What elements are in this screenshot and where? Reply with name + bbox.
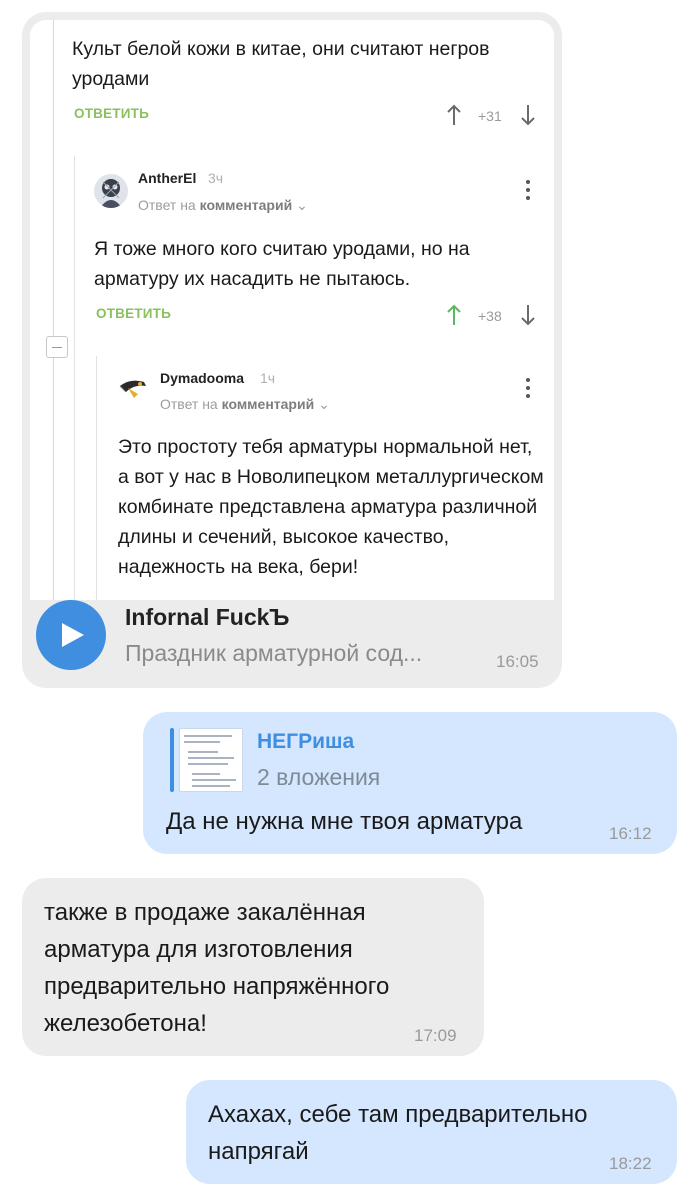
upvote-icon-active[interactable] (446, 304, 462, 326)
play-button[interactable] (36, 600, 106, 670)
message-text: также в продаже закалённая арматура для … (44, 899, 390, 1037)
thread-tree-line (53, 20, 54, 600)
reply-button[interactable]: ОТВЕТИТЬ (96, 306, 171, 321)
message-time: 16:05 (496, 652, 539, 671)
chevron-down-icon: ⌄ (318, 396, 330, 412)
comment-text: Это простоту тебя арматуры нормальной не… (118, 436, 544, 578)
attachment-thumbnail[interactable] (179, 728, 243, 792)
message-text: Ахахах, себе там предварительно напрягай (208, 1101, 588, 1165)
forward-subtitle: Праздник арматурной сод... (125, 640, 423, 666)
upvote-icon[interactable] (446, 104, 462, 126)
comment-time: 1ч (260, 370, 276, 386)
downvote-icon[interactable] (520, 304, 536, 326)
comment-author[interactable]: Dymadooma (160, 370, 244, 386)
reply-to-target: комментарий (221, 396, 315, 412)
collapse-thread-button[interactable] (46, 336, 68, 358)
comment-rating: +38 (478, 308, 502, 324)
play-icon (62, 623, 84, 647)
comment-text: Я тоже много кого считаю уродами, но на … (94, 238, 470, 290)
reply-button[interactable]: ОТВЕТИТЬ (74, 106, 149, 121)
more-options-icon[interactable] (526, 180, 530, 202)
incoming-message-forwarded[interactable]: Культ белой кожи в китае, они считают не… (22, 12, 562, 688)
quote-author[interactable]: НЕГРиша (257, 730, 354, 754)
outgoing-message[interactable]: Ахахах, себе там предварительно напрягай… (186, 1080, 677, 1184)
incoming-message[interactable]: также в продаже закалённая арматура для … (22, 878, 484, 1056)
reply-to-prefix: Ответ на (160, 396, 218, 412)
comment-author[interactable]: AntherEl (138, 170, 196, 186)
quote-subtitle: 2 вложения (257, 764, 381, 790)
avatar[interactable] (94, 174, 128, 208)
downvote-icon[interactable] (520, 104, 536, 126)
comments-screenshot[interactable]: Культ белой кожи в китае, они считают не… (30, 20, 554, 600)
reply-to-link[interactable]: Ответ на комментарий ⌄ (160, 396, 330, 413)
message-time: 18:22 (609, 1154, 652, 1173)
message-time: 16:12 (609, 824, 652, 843)
reply-to-prefix: Ответ на (138, 197, 196, 213)
thread-indent-line (74, 156, 75, 600)
chevron-down-icon: ⌄ (296, 197, 308, 213)
message-time: 17:09 (414, 1026, 457, 1045)
forward-sender-name[interactable]: Infornal FuckЪ (125, 604, 289, 631)
comment-rating: +31 (478, 108, 502, 124)
more-options-icon[interactable] (526, 378, 530, 400)
avatar[interactable] (116, 372, 150, 406)
message-text: Да не нужна мне твоя арматура (166, 808, 523, 835)
outgoing-message-reply[interactable]: НЕГРиша 2 вложения Да не нужна мне твоя … (143, 712, 677, 854)
reply-to-link[interactable]: Ответ на комментарий ⌄ (138, 197, 308, 214)
comment-text: Культ белой кожи в китае, они считают не… (72, 38, 490, 90)
quote-bar (170, 728, 174, 792)
thread-indent-line (96, 356, 97, 600)
reply-to-target: комментарий (199, 197, 293, 213)
comment-time: 3ч (208, 170, 224, 186)
